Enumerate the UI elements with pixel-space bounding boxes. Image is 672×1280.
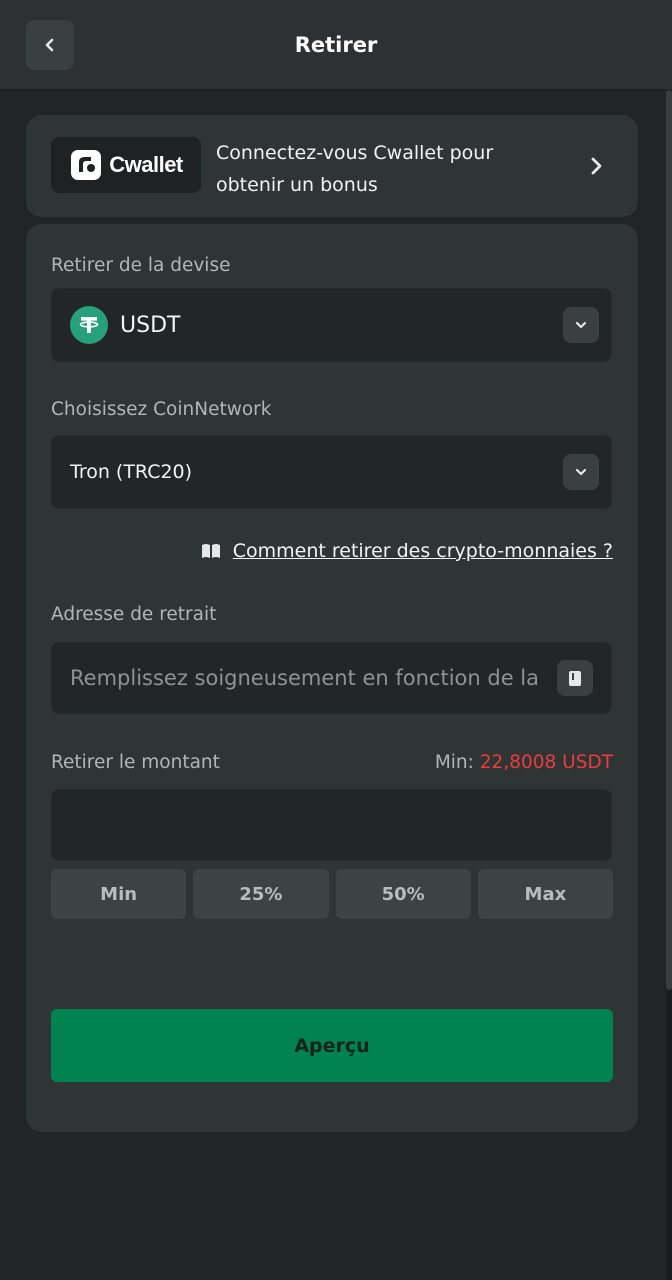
amount-input[interactable] [70,790,590,860]
currency-value: USDT [120,312,181,338]
cwallet-logo: Cwallet [51,137,201,193]
currency-select[interactable]: USDT [51,288,612,362]
network-select[interactable]: Tron (TRC20) [51,435,612,509]
currency-label: Retirer de la devise [51,255,231,276]
clipboard-icon [569,671,581,686]
tether-icon [70,306,108,344]
min-label: Min: [434,752,480,773]
paste-button[interactable] [557,660,593,696]
help-link[interactable]: Comment retirer des crypto-monnaies ? [233,540,613,562]
chevron-left-icon [45,38,54,52]
cwallet-logo-text: Cwallet [109,152,183,177]
promo-text: Connectez-vous Cwallet pour obtenir un b… [216,142,494,196]
chevron-right-icon [591,157,602,175]
book-icon [201,544,220,558]
help-link-row[interactable]: Comment retirer des crypto-monnaies ? [201,540,613,562]
cwallet-logo-icon [71,150,102,180]
network-value: Tron (TRC20) [70,461,193,483]
header-bar: Retirer [0,0,672,90]
back-button[interactable] [26,20,74,70]
min-value: 22,8008 USDT [479,752,613,773]
address-label: Adresse de retrait [51,604,217,625]
quick-50-button[interactable]: 50% [335,869,471,919]
currency-dropdown-button[interactable] [563,307,599,343]
page-title: Retirer [294,33,378,57]
min-amount-info: Min: 22,8008 USDT [435,752,613,773]
chevron-down-icon [575,468,587,476]
quick-max-button[interactable]: Max [477,869,613,919]
quick-amount-buttons: Min 25% 50% Max [51,869,613,919]
amount-label: Retirer le montant [51,752,220,773]
quick-min-button[interactable]: Min [51,869,187,919]
scrollbar-thumb[interactable] [666,90,672,990]
quick-25-button[interactable]: 25% [193,869,329,919]
network-dropdown-button[interactable] [563,454,599,490]
preview-button[interactable]: Aperçu [51,1009,613,1082]
withdraw-form-panel: Retirer de la devise USDT Choisissez Coi… [26,224,638,1132]
chevron-down-icon [575,321,587,329]
address-field[interactable] [51,642,612,714]
address-input[interactable] [70,643,546,713]
network-label: Choisissez CoinNetwork [51,399,272,420]
currency-select-value: USDT [70,289,180,361]
amount-field[interactable] [51,789,612,861]
cwallet-promo-banner[interactable]: Cwallet Connectez-vous Cwallet pour obte… [26,115,638,217]
